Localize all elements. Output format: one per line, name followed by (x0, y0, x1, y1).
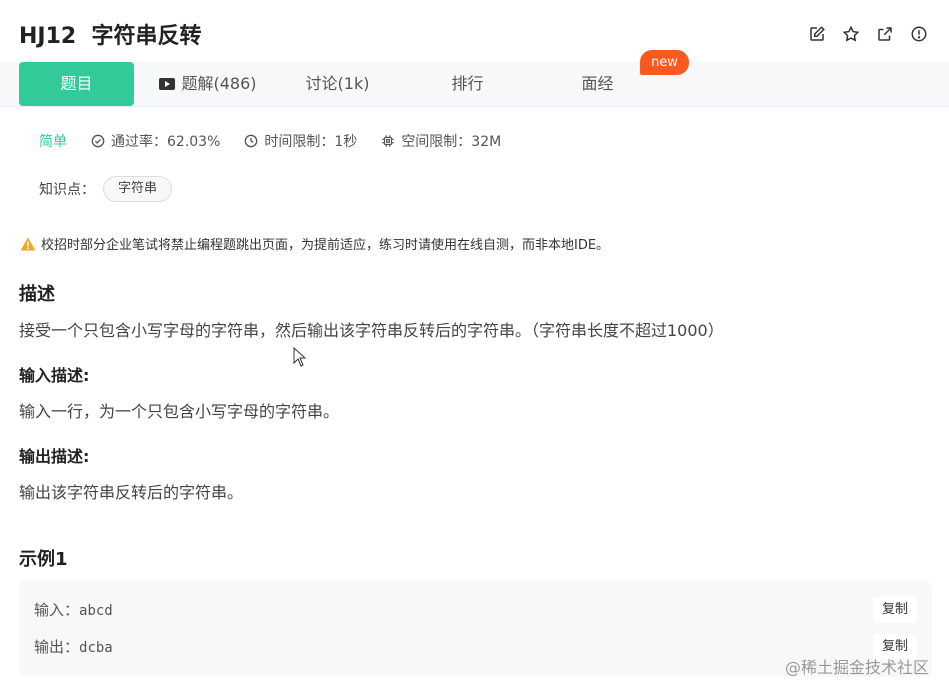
exam-notice: 校招时部分企业笔试将禁止编程题跳出页面，为提前适应，练习时请使用在线自测，而非本… (20, 234, 609, 253)
output-desc-text: 输出该字符串反转后的字符串。 (19, 483, 244, 502)
example-input-label: 输入： (34, 601, 80, 619)
tab-label: 面经 (581, 74, 614, 93)
tab-label: 排行 (451, 74, 484, 93)
input-desc-heading: 输入描述: (19, 366, 90, 385)
check-circle-icon (91, 134, 105, 148)
example-input-value: abcd (79, 603, 113, 619)
output-desc-heading: 输出描述: (19, 447, 90, 466)
tab-label: 题解(486) (181, 74, 257, 93)
external-link-icon[interactable] (875, 24, 895, 44)
space-limit: 空间限制：32M (381, 131, 501, 151)
tab-problem[interactable]: 题目 (19, 62, 134, 106)
tab-solutions[interactable]: 题解(486) (148, 62, 268, 106)
description-heading: 描述 (19, 284, 55, 305)
example-heading: 示例1 (19, 549, 68, 570)
warning-icon (20, 237, 36, 250)
pass-rate-text: 通过率：62.03% (111, 134, 221, 150)
header-actions (807, 24, 929, 44)
description-text: 接受一个只包含小写字母的字符串，然后输出该字符串反转后的字符串。（字符串长度不超… (19, 321, 724, 340)
clock-icon (244, 134, 258, 148)
video-play-icon (159, 78, 176, 90)
pass-rate: 通过率：62.03% (91, 131, 220, 151)
watermark: @稀土掘金技术社区 (784, 658, 929, 677)
copy-input-button[interactable]: 复制 (873, 597, 917, 623)
space-limit-text: 空间限制：32M (401, 134, 502, 150)
tab-ranking[interactable]: 排行 (420, 62, 515, 106)
problem-meta: 简单 通过率：62.03% 时间限制：1秒 空间限制：32M (39, 131, 525, 151)
example-input: 输入：abcd (34, 599, 113, 620)
example-output-label: 输出： (34, 638, 80, 656)
tab-label: 题目 (60, 74, 93, 93)
knowledge-tag[interactable]: 字符串 (103, 176, 173, 202)
new-badge: new (640, 50, 689, 75)
page-title: HJ12 字符串反转 (19, 24, 202, 49)
difficulty-label: 简单 (39, 134, 67, 150)
knowledge-points: 知识点： 字符串 (39, 176, 173, 202)
notice-text: 校招时部分企业笔试将禁止编程题跳出页面，为提前适应，练习时请使用在线自测，而非本… (41, 238, 610, 253)
input-desc-text: 输入一行，为一个只包含小写字母的字符串。 (19, 402, 340, 421)
chip-icon (381, 134, 395, 148)
time-limit: 时间限制：1秒 (244, 131, 357, 151)
star-icon[interactable] (841, 24, 861, 44)
knowledge-label: 知识点： (39, 182, 95, 198)
edit-icon[interactable] (807, 24, 827, 44)
time-limit-text: 时间限制：1秒 (264, 134, 358, 150)
tab-label: 讨论(1k) (305, 74, 370, 93)
info-icon[interactable] (909, 24, 929, 44)
mouse-cursor-icon (293, 347, 307, 367)
tab-interview[interactable]: 面经 (550, 62, 645, 106)
example-output: 输出：dcba (34, 636, 113, 657)
example-output-value: dcba (79, 640, 113, 656)
tab-discussion[interactable]: 讨论(1k) (290, 62, 385, 106)
header: HJ12 字符串反转 (0, 0, 949, 62)
tab-bar: 题目 题解(486) 讨论(1k) 排行 面经 (0, 62, 949, 107)
